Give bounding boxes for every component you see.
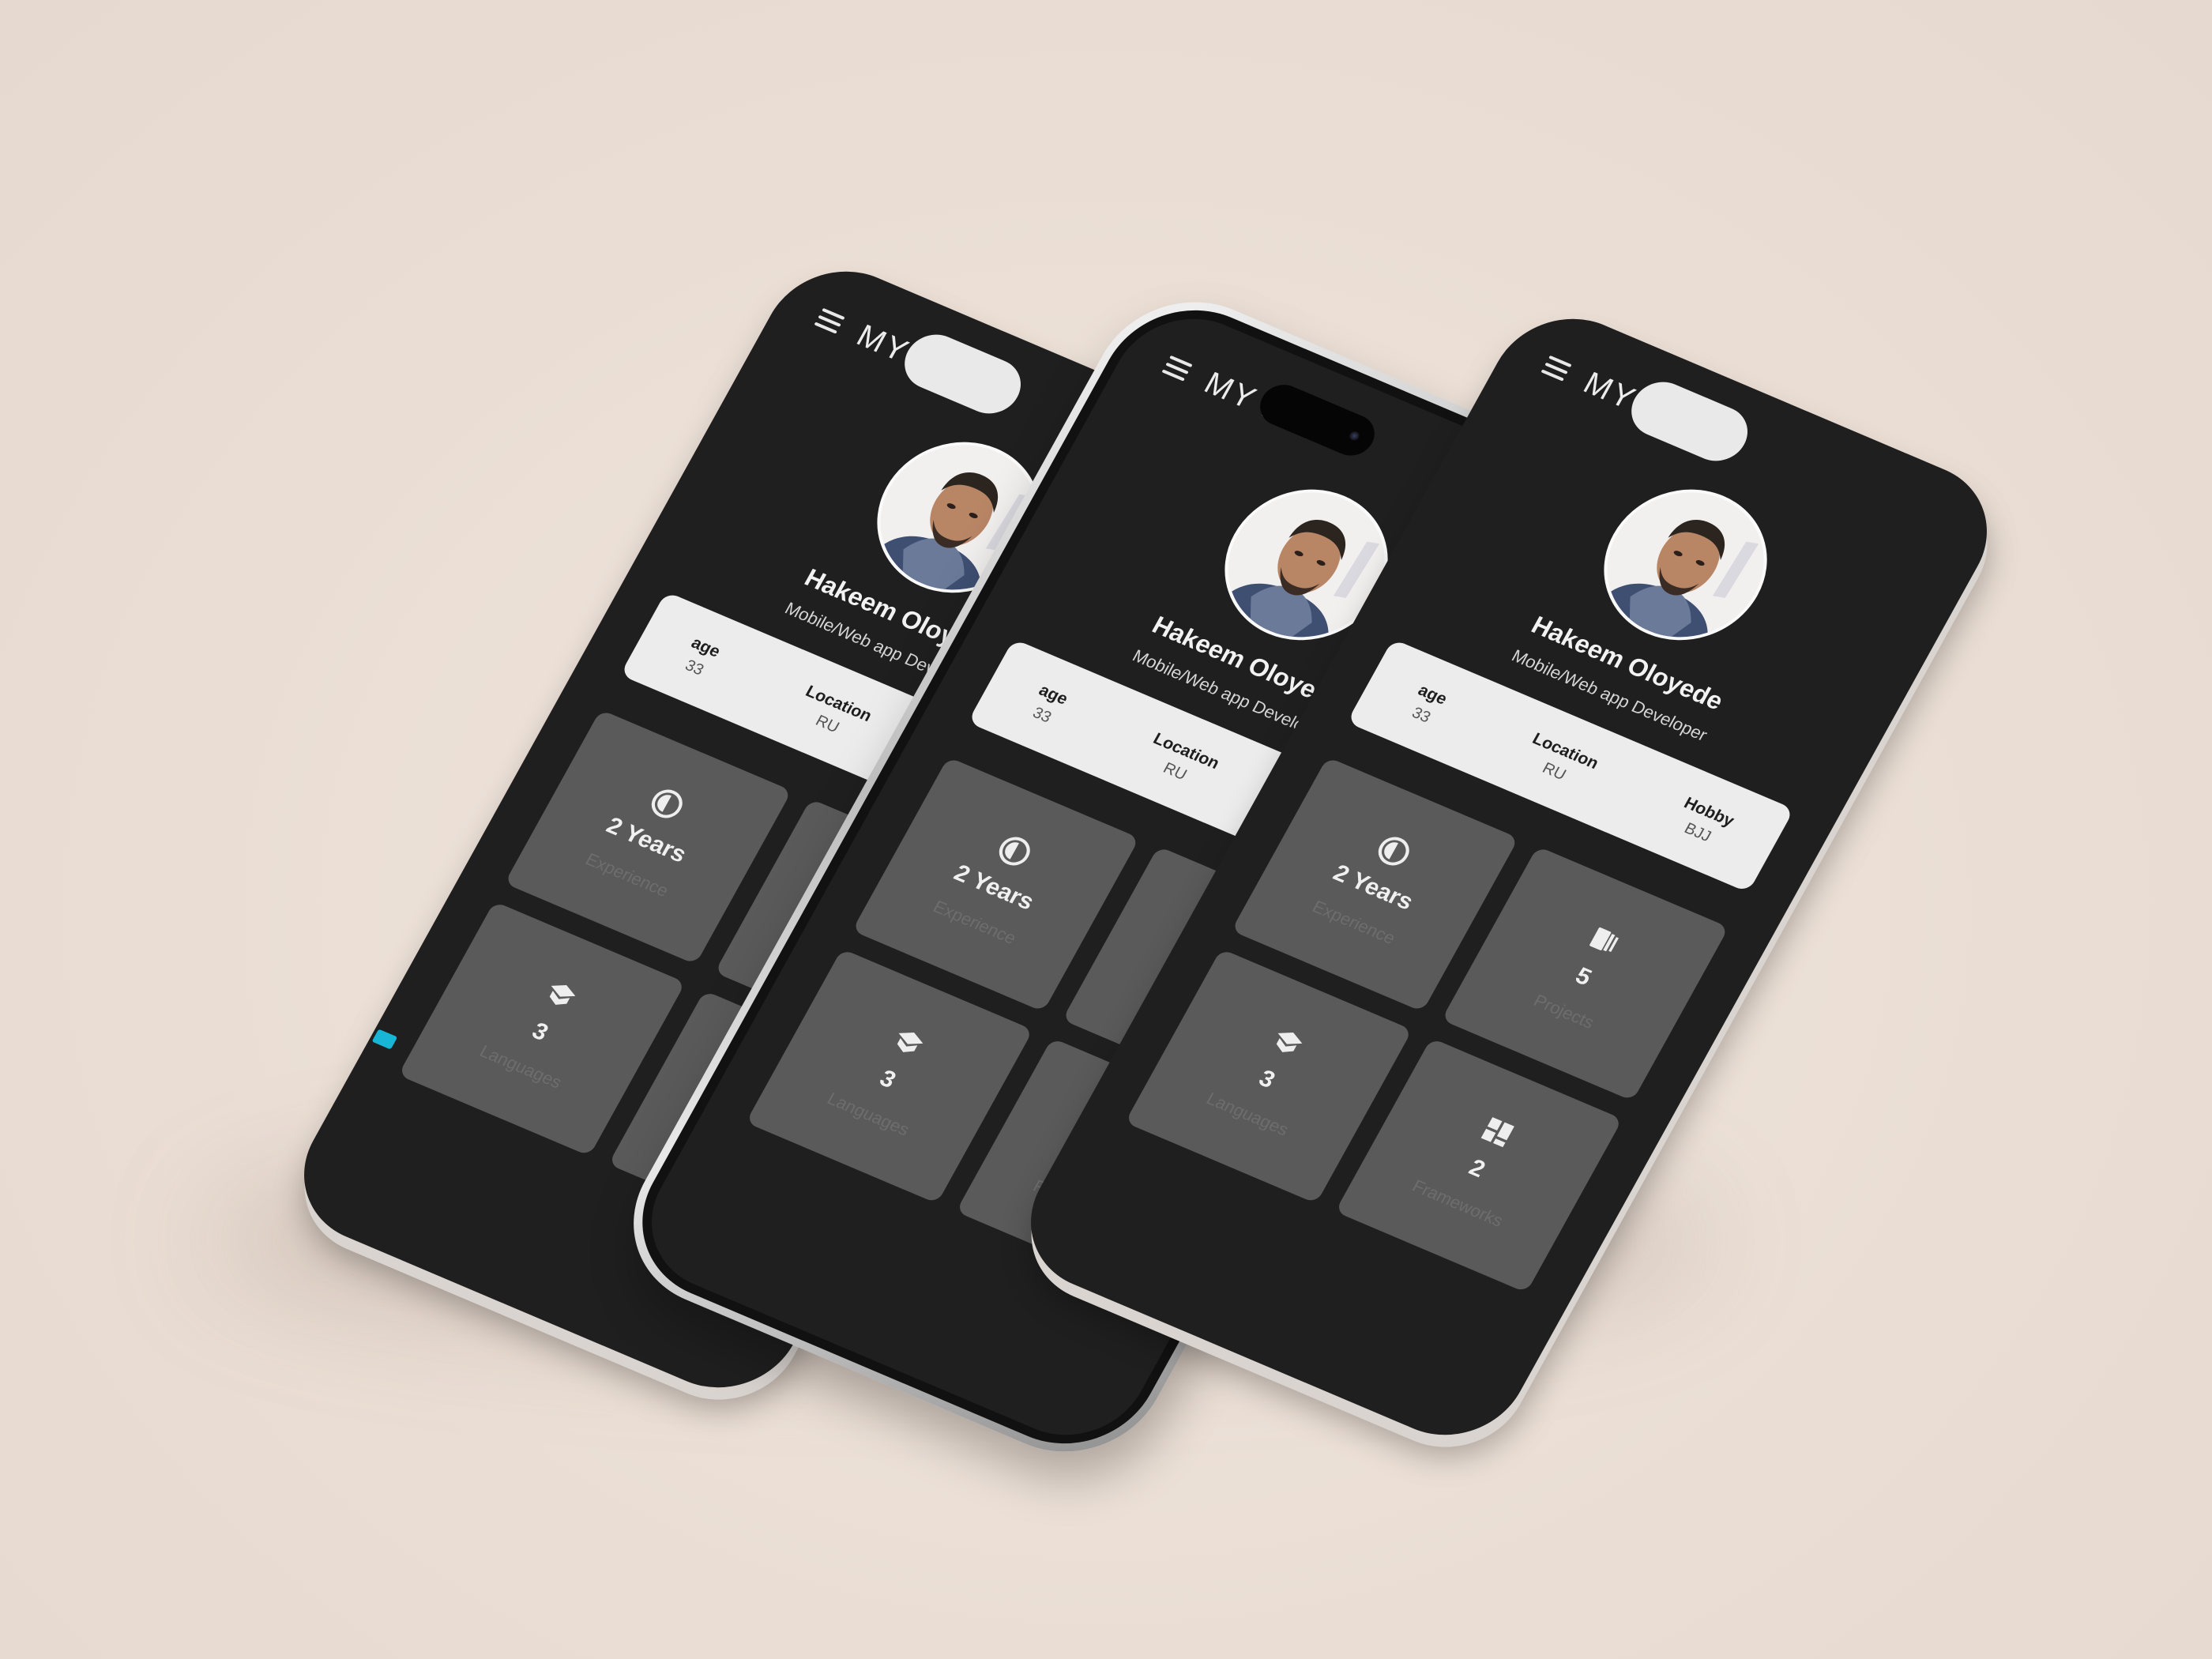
- tile-label: Frameworks: [1409, 1176, 1507, 1231]
- tile-value: 3: [875, 1065, 901, 1093]
- info-age: age 33: [1404, 681, 1450, 729]
- tile-value: 3: [527, 1018, 553, 1046]
- projects-icon: [1589, 927, 1619, 952]
- info-age: age 33: [677, 634, 724, 682]
- tile-label: Languages: [1203, 1088, 1292, 1140]
- avatar: [1575, 465, 1796, 664]
- languages-icon: [549, 984, 575, 1005]
- info-hobby: Hobby BJJ: [1669, 794, 1737, 851]
- frameworks-icon: [1480, 1116, 1514, 1147]
- mockup-scene: MY PORTFOLIO Hake: [0, 0, 2212, 1659]
- experience-icon: [651, 789, 683, 818]
- phone-right: MY PORTFOLIO Hake: [1003, 295, 2015, 1458]
- info-location: Location RU: [791, 682, 875, 746]
- tile-label: Projects: [1530, 990, 1598, 1033]
- languages-icon: [1276, 1032, 1302, 1052]
- tile-label: Languages: [476, 1040, 566, 1093]
- experience-icon: [999, 837, 1030, 866]
- info-age: age 33: [1025, 681, 1071, 729]
- info-location: Location RU: [1518, 729, 1602, 793]
- tile-label: Languages: [824, 1088, 913, 1140]
- info-location: Location RU: [1138, 729, 1223, 793]
- tile-value: 2: [1464, 1154, 1490, 1183]
- accent-chip: [371, 1029, 398, 1050]
- hamburger-menu-icon[interactable]: [814, 307, 845, 334]
- experience-icon: [1378, 837, 1409, 866]
- languages-icon: [897, 1032, 923, 1052]
- hamburger-menu-icon[interactable]: [1540, 355, 1572, 382]
- tile-value: 3: [1254, 1065, 1280, 1093]
- tile-value: 5: [1571, 962, 1596, 991]
- profile-photo: [1579, 469, 1792, 660]
- hamburger-menu-icon[interactable]: [1161, 355, 1193, 382]
